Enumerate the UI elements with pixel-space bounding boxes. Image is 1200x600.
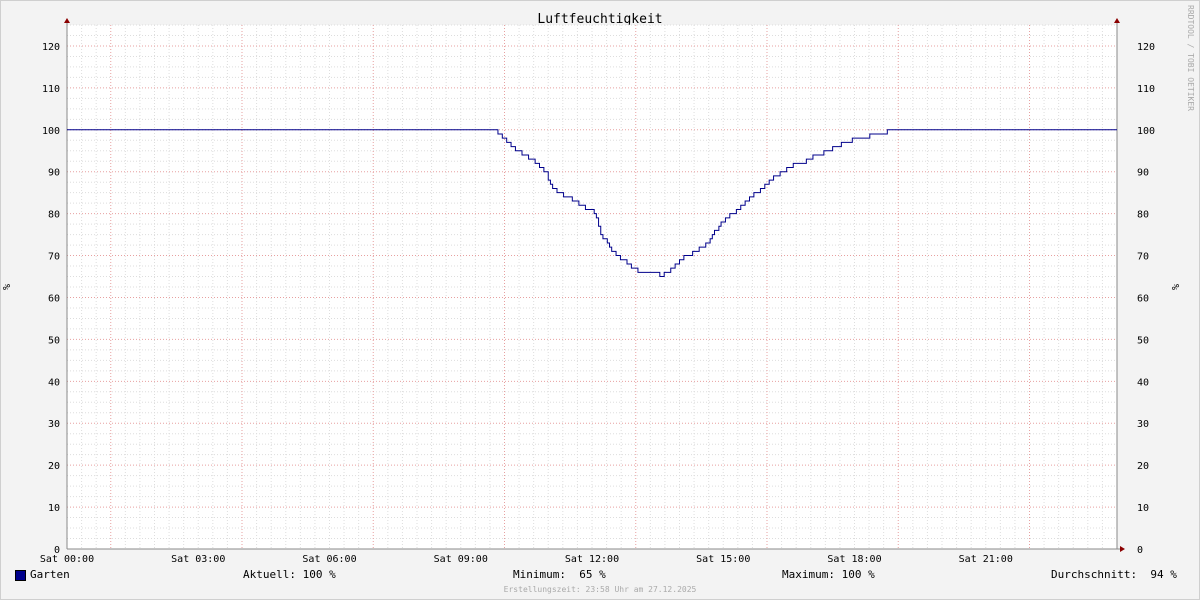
y-axis-label-right: % — [1171, 284, 1182, 290]
y-tick-label-left: 120 — [42, 42, 60, 53]
y-tick-label-right: 20 — [1137, 461, 1149, 472]
legend-maximum: Maximum: 100 % — [782, 568, 875, 581]
y-tick-label-left: 10 — [48, 503, 60, 514]
creation-time-footer: Erstellungszeit: 23:58 Uhr am 27.12.2025 — [503, 585, 697, 594]
rrdtool-watermark: RRDTOOL / TOBI OETIKER — [1186, 5, 1195, 111]
x-tick-label: Sat 03:00 — [171, 554, 225, 565]
legend-current: Aktuell: 100 % — [243, 568, 336, 581]
y-tick-label-left: 60 — [48, 293, 60, 304]
y-tick-label-right: 110 — [1137, 84, 1155, 95]
y-tick-label-right: 90 — [1137, 168, 1149, 179]
y-tick-label-left: 100 — [42, 126, 60, 137]
y-axis-arrow-right — [1114, 18, 1120, 23]
x-tick-label: Sat 09:00 — [434, 554, 488, 565]
y-tick-label-right: 10 — [1137, 503, 1149, 514]
y-tick-label-left: 90 — [48, 168, 60, 179]
x-tick-label: Sat 00:00 — [40, 554, 94, 565]
x-tick-label: Sat 21:00 — [959, 554, 1013, 565]
y-tick-label-right: 120 — [1137, 42, 1155, 53]
y-tick-label-right: 40 — [1137, 377, 1149, 388]
y-tick-label-left: 80 — [48, 210, 60, 221]
y-tick-label-left: 50 — [48, 335, 60, 346]
x-tick-label: Sat 18:00 — [827, 554, 881, 565]
y-tick-label-left: 20 — [48, 461, 60, 472]
y-tick-label-left: 110 — [42, 84, 60, 95]
y-tick-label-right: 100 — [1137, 126, 1155, 137]
y-tick-label-right: 60 — [1137, 293, 1149, 304]
y-tick-label-left: 30 — [48, 419, 60, 430]
legend-average: Durchschnitt: 94 % — [1051, 568, 1177, 581]
x-axis-arrow — [1120, 546, 1125, 552]
x-tick-label: Sat 06:00 — [302, 554, 356, 565]
grid — [67, 24, 1118, 549]
y-tick-label-right: 0 — [1137, 545, 1143, 556]
y-tick-label-right: 80 — [1137, 210, 1149, 221]
y-tick-label-left: 70 — [48, 252, 60, 263]
y-axis-arrow-left — [64, 18, 70, 23]
legend-series-name: Garten — [30, 568, 70, 581]
x-tick-label: Sat 12:00 — [565, 554, 619, 565]
x-tick-label: Sat 15:00 — [696, 554, 750, 565]
humidity-chart: Luftfeuchtigkeit % % RRDTOOL / TOBI OETI… — [2, 5, 1195, 565]
y-axis-label-left: % — [2, 284, 13, 290]
legend-minimum: Minimum: 65 % — [513, 568, 606, 581]
y-tick-label-right: 50 — [1137, 335, 1149, 346]
y-tick-label-right: 30 — [1137, 419, 1149, 430]
y-tick-label-left: 40 — [48, 377, 60, 388]
legend-swatch-garten — [15, 570, 26, 581]
y-tick-label-right: 70 — [1137, 252, 1149, 263]
